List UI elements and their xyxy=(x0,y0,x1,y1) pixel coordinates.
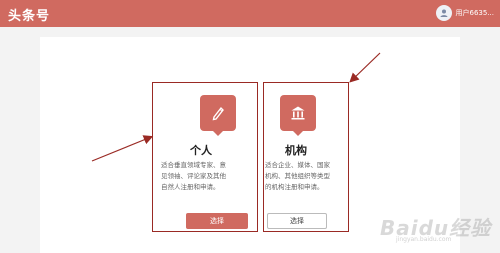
avatar[interactable] xyxy=(435,5,452,21)
personal-title: 个人 xyxy=(190,144,212,157)
user-menu[interactable]: 用户6635... xyxy=(435,5,495,21)
personal-card[interactable]: 个人 适合垂直领域专家、意 见领袖、评论家及其他 自然人注册和申请。 选择 xyxy=(152,82,258,232)
personal-description: 适合垂直领域专家、意 见领袖、评论家及其他 自然人注册和申请。 xyxy=(161,160,253,193)
pen-icon xyxy=(212,106,224,121)
organization-desc-line: 机构、其他组织等类型 xyxy=(265,172,330,180)
organization-description: 适合企业、媒体、国家 机构、其他组织等类型 的机构注册和申请。 xyxy=(265,160,349,193)
watermark-url: jingyan.baidu.com xyxy=(396,236,452,243)
organization-title: 机构 xyxy=(285,144,307,157)
personal-desc-line: 适合垂直领域专家、意 xyxy=(161,161,226,169)
user-avatar-icon xyxy=(440,9,447,17)
personal-desc-line: 见领袖、评论家及其他 xyxy=(161,172,226,180)
username[interactable]: 用户6635... xyxy=(456,8,495,18)
organization-badge xyxy=(280,95,316,131)
organization-select-button[interactable]: 选择 xyxy=(267,213,327,229)
organization-desc-line: 适合企业、媒体、国家 xyxy=(265,161,330,169)
building-icon xyxy=(291,106,305,120)
personal-desc-line: 自然人注册和申请。 xyxy=(161,183,220,191)
organization-desc-line: 的机构注册和申请。 xyxy=(265,183,324,191)
top-bar: 头条号 用户6635... xyxy=(0,0,500,27)
personal-select-button[interactable]: 选择 xyxy=(186,213,248,229)
brand-logo[interactable]: 头条号 xyxy=(8,5,50,24)
personal-badge xyxy=(200,95,236,131)
organization-card[interactable]: 机构 适合企业、媒体、国家 机构、其他组织等类型 的机构注册和申请。 选择 xyxy=(263,82,349,232)
